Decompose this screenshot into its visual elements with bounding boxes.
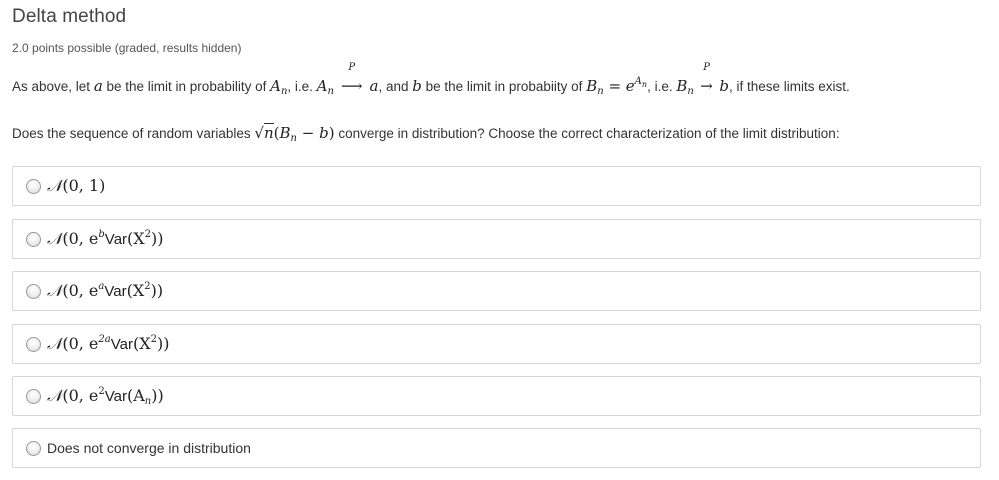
option-normal-0-1[interactable]: 𝒩(0, 1): [12, 166, 981, 206]
radio-button[interactable]: [26, 179, 41, 194]
converges-in-probability-arrow: P ⟶: [340, 62, 363, 95]
question-paragraph-2: Does the sequence of random variables √n…: [12, 123, 840, 144]
option-label: Does not converge in distribution: [47, 440, 251, 456]
problem-title: Delta method: [12, 6, 127, 27]
option-label: 𝒩(0, ebVar(X2)): [47, 229, 164, 248]
option-label: 𝒩(0, e2aVar(X2)): [47, 334, 170, 353]
converges-in-probability-arrow-2: P →: [700, 62, 713, 95]
question-paragraph-1: As above, let a be the limit in probabil…: [12, 62, 850, 97]
option-does-not-converge[interactable]: Does not converge in distribution: [12, 428, 981, 468]
points-info: 2.0 points possible (graded, results hid…: [12, 41, 242, 55]
option-normal-e2-var-an[interactable]: 𝒩(0, e2Var(An)): [12, 376, 981, 416]
option-normal-eb-var-x2[interactable]: 𝒩(0, ebVar(X2)): [12, 219, 981, 259]
option-label: 𝒩(0, 1): [47, 176, 106, 195]
radio-button[interactable]: [26, 337, 41, 352]
radio-button[interactable]: [26, 389, 41, 404]
option-normal-e2a-var-x2[interactable]: 𝒩(0, e2aVar(X2)): [12, 324, 981, 364]
option-normal-ea-var-x2[interactable]: 𝒩(0, eaVar(X2)): [12, 271, 981, 311]
radio-button[interactable]: [26, 441, 41, 456]
option-label: 𝒩(0, eaVar(X2)): [47, 281, 164, 300]
option-label: 𝒩(0, e2Var(An)): [47, 386, 164, 407]
radio-button[interactable]: [26, 284, 41, 299]
radio-button[interactable]: [26, 232, 41, 247]
